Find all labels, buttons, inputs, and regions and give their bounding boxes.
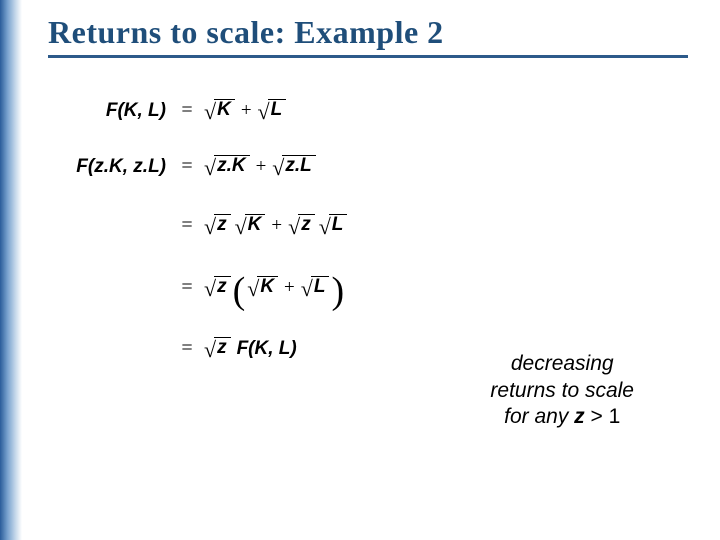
- eq-4: =: [170, 277, 204, 297]
- math-row-4: = √z ( √K + √L ): [48, 256, 690, 318]
- rhs-2: √z.K + √z.L: [204, 155, 316, 177]
- slide-title: Returns to scale: Example 2: [48, 14, 690, 55]
- sqrt-K-4: √K: [247, 276, 278, 298]
- sqrt-z-4: √z: [204, 276, 231, 298]
- plus-3: +: [271, 216, 282, 235]
- eq-5: =: [170, 338, 204, 358]
- title-underline: [48, 55, 688, 58]
- sqrt-K: √K: [204, 99, 235, 121]
- math-row-1: F(K, L) = √K + √L: [48, 82, 690, 138]
- plus-2: +: [256, 157, 267, 176]
- F-KL: F(K, L): [237, 339, 297, 358]
- sqrt-z-1: √z: [204, 214, 231, 236]
- conclusion-note: decreasing returns to scale for any z > …: [490, 351, 634, 430]
- eq-2: =: [170, 156, 204, 176]
- sqrt-z-5: √z: [204, 337, 231, 359]
- math-derivation: F(K, L) = √K + √L F(z.K, z.L) = √z.K + √…: [48, 82, 690, 378]
- conclusion-line-2: returns to scale: [490, 378, 634, 404]
- plus-4: +: [284, 278, 295, 297]
- lhs-2: F(z.K, z.L): [48, 157, 170, 176]
- plus-1: +: [241, 101, 252, 120]
- sqrt-L: √L: [258, 99, 287, 121]
- rhs-5: √z F(K, L): [204, 337, 297, 359]
- eq-1: =: [170, 100, 204, 120]
- conclusion-line-3: for any z > 1: [490, 404, 634, 430]
- math-row-2: F(z.K, z.L) = √z.K + √z.L: [48, 138, 690, 194]
- rhs-1: √K + √L: [204, 99, 286, 121]
- slide-body: Returns to scale: Example 2 F(K, L) = √K…: [22, 0, 720, 540]
- conclusion-line-1: decreasing: [490, 351, 634, 377]
- left-gradient-bar: [0, 0, 22, 540]
- sqrt-L-3: √L: [319, 214, 348, 236]
- lparen: (: [233, 276, 246, 306]
- math-row-3: = √z √K + √z √L: [48, 194, 690, 256]
- rhs-3: √z √K + √z √L: [204, 214, 347, 236]
- lhs-1: F(K, L): [48, 101, 170, 120]
- sqrt-L-4: √L: [301, 276, 330, 298]
- sqrt-zK: √z.K: [204, 155, 250, 177]
- eq-3: =: [170, 215, 204, 235]
- sqrt-z-2: √z: [288, 214, 315, 236]
- rhs-4: √z ( √K + √L ): [204, 272, 346, 302]
- sqrt-zL: √z.L: [272, 155, 315, 177]
- sqrt-K-3: √K: [235, 214, 266, 236]
- rparen: ): [331, 276, 344, 306]
